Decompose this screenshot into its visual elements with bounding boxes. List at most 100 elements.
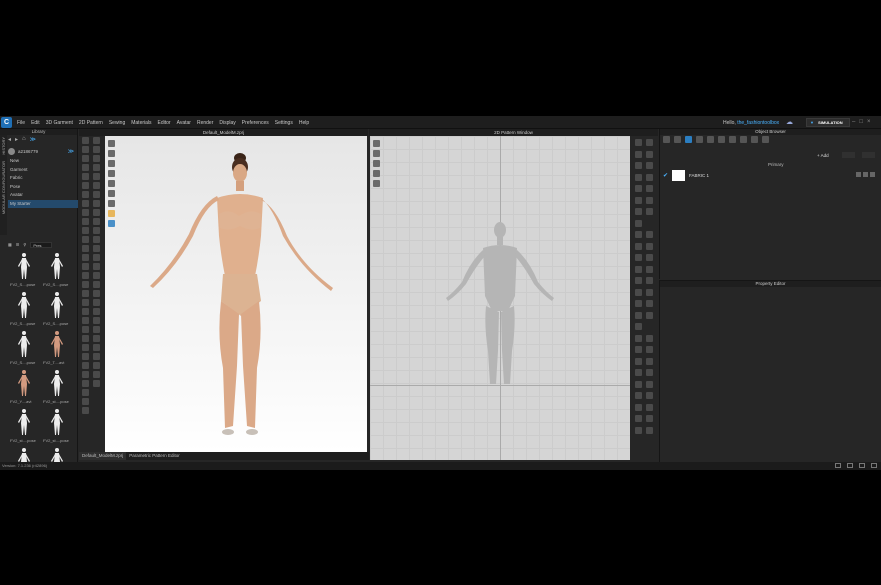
library-thumbnail[interactable]: FV2_st....pose xyxy=(8,406,41,444)
menu-display[interactable]: Display xyxy=(219,120,235,126)
tool-3d-icon[interactable] xyxy=(93,353,100,360)
tool-3d-icon[interactable] xyxy=(82,209,89,216)
tool-2d-icon[interactable] xyxy=(646,139,653,146)
tool-3d-icon[interactable] xyxy=(93,281,100,288)
tool-3d-icon[interactable] xyxy=(93,371,100,378)
highlight-icon[interactable] xyxy=(108,220,115,227)
graphic-icon[interactable] xyxy=(751,136,758,143)
tool-3d-icon[interactable] xyxy=(82,137,89,144)
tool-3d-icon[interactable] xyxy=(93,245,100,252)
tool-3d-icon[interactable] xyxy=(82,164,89,171)
layout-icon-2[interactable] xyxy=(847,463,853,468)
tool-2d-icon[interactable] xyxy=(635,426,642,434)
search-icon[interactable]: ⚲ xyxy=(23,242,26,247)
tool-3d-icon[interactable] xyxy=(93,263,100,270)
camera-icon[interactable] xyxy=(108,140,115,147)
assign-button[interactable] xyxy=(862,152,875,158)
tool-2d-icon[interactable] xyxy=(635,208,642,215)
assign-icon[interactable] xyxy=(863,172,868,177)
tool-3d-icon[interactable] xyxy=(93,335,100,342)
tool-2d-icon[interactable] xyxy=(646,254,653,261)
tool-3d-icon[interactable] xyxy=(82,380,89,387)
tool-2d-icon[interactable] xyxy=(635,380,642,388)
tool-3d-icon[interactable] xyxy=(93,254,100,261)
add-button[interactable]: + Add xyxy=(817,153,829,158)
layout-icon-4[interactable] xyxy=(871,463,877,468)
tool-2d-icon[interactable] xyxy=(646,150,653,158)
tool-2d-icon[interactable] xyxy=(635,173,642,181)
tool-2d-icon[interactable] xyxy=(635,369,642,376)
tool-3d-icon[interactable] xyxy=(93,209,100,216)
forward-icon[interactable]: ▸ xyxy=(15,136,18,143)
tool-2d-icon[interactable] xyxy=(646,208,653,215)
back-icon[interactable]: ◂ xyxy=(8,136,11,143)
layout-icon-3[interactable] xyxy=(859,463,865,468)
avatar-display-icon[interactable] xyxy=(108,150,115,157)
tool-2d-icon[interactable] xyxy=(635,219,642,227)
tool-3d-icon[interactable] xyxy=(93,164,100,171)
tool-2d-icon[interactable] xyxy=(635,162,642,169)
library-item-fabric[interactable]: Fabric xyxy=(8,174,78,183)
tool-2d-icon[interactable] xyxy=(646,357,653,365)
trim-icon[interactable] xyxy=(740,136,747,143)
menu-avatar[interactable]: Avatar xyxy=(177,120,191,126)
tool-2d-icon[interactable] xyxy=(646,173,653,181)
viewport-3d[interactable] xyxy=(105,136,367,452)
tool-3d-icon[interactable] xyxy=(82,236,89,243)
library-thumbnail[interactable]: FV2_S....pose xyxy=(8,328,41,366)
tool-3d-icon[interactable] xyxy=(93,344,100,351)
tool-3d-icon[interactable] xyxy=(82,326,89,333)
list-icon[interactable] xyxy=(663,136,670,143)
tool-2d-icon[interactable] xyxy=(635,139,642,146)
menu-render[interactable]: Render xyxy=(197,120,213,126)
check-icon[interactable]: ✔ xyxy=(663,172,672,179)
tool-3d-icon[interactable] xyxy=(82,254,89,261)
delete-icon[interactable] xyxy=(870,172,875,177)
tool-2d-icon[interactable] xyxy=(646,334,653,342)
pattern-display-icon[interactable] xyxy=(373,140,380,147)
library-item-pose[interactable]: Pose xyxy=(8,183,78,192)
menu-editor[interactable]: Editor xyxy=(158,120,171,126)
close-icon[interactable]: × xyxy=(867,119,871,125)
tool-3d-icon[interactable] xyxy=(82,155,89,162)
tab-history[interactable]: HISTORY xyxy=(1,137,6,155)
menu-settings[interactable]: Settings xyxy=(275,120,293,126)
light-icon[interactable] xyxy=(108,180,115,187)
tool-2d-icon[interactable] xyxy=(646,162,653,169)
puckering-icon[interactable] xyxy=(729,136,736,143)
tool-3d-icon[interactable] xyxy=(82,218,89,225)
library-item-my-starter[interactable]: My Starter xyxy=(8,199,78,208)
tool-2d-icon[interactable] xyxy=(635,300,642,307)
tool-3d-icon[interactable] xyxy=(82,344,89,351)
grid-display-icon[interactable] xyxy=(373,150,380,157)
tool-3d-icon[interactable] xyxy=(82,263,89,270)
tool-3d-icon[interactable] xyxy=(82,272,89,279)
tool-3d-icon[interactable] xyxy=(93,272,100,279)
zoom-icon[interactable] xyxy=(373,160,380,167)
color-swatch-icon[interactable] xyxy=(108,210,115,217)
tool-2d-icon[interactable] xyxy=(635,254,642,261)
tool-3d-icon[interactable] xyxy=(93,218,100,225)
tool-2d-icon[interactable] xyxy=(646,311,653,319)
library-thumbnail[interactable]: FV2_st....pose xyxy=(41,367,74,405)
tool-3d-icon[interactable] xyxy=(82,245,89,252)
tool-2d-icon[interactable] xyxy=(646,242,653,250)
tool-2d-icon[interactable] xyxy=(646,392,653,399)
tool-2d-icon[interactable] xyxy=(646,415,653,422)
tool-2d-icon[interactable] xyxy=(635,311,642,319)
tool-3d-icon[interactable] xyxy=(82,146,89,153)
tool-3d-icon[interactable] xyxy=(93,200,100,207)
filter-input[interactable]: Pres xyxy=(30,241,53,248)
tool-2d-icon[interactable] xyxy=(635,265,642,273)
library-item-avatar[interactable]: Avatar xyxy=(8,191,78,200)
tool-3d-icon[interactable] xyxy=(93,308,100,315)
tool-3d-icon[interactable] xyxy=(93,290,100,297)
user-greeting[interactable]: Hello, the_fashiontoolbox xyxy=(723,120,779,126)
menu-2d-pattern[interactable]: 2D Pattern xyxy=(79,120,103,126)
tool-3d-icon[interactable] xyxy=(93,137,100,144)
tool-3d-icon[interactable] xyxy=(82,371,89,378)
tool-3d-icon[interactable] xyxy=(82,299,89,306)
tool-2d-icon[interactable] xyxy=(646,277,653,284)
library-thumbnail[interactable]: FV2_S....pose xyxy=(8,289,41,327)
tab-parametric-pattern-editor[interactable]: Parametric Pattern Editor xyxy=(126,452,183,460)
